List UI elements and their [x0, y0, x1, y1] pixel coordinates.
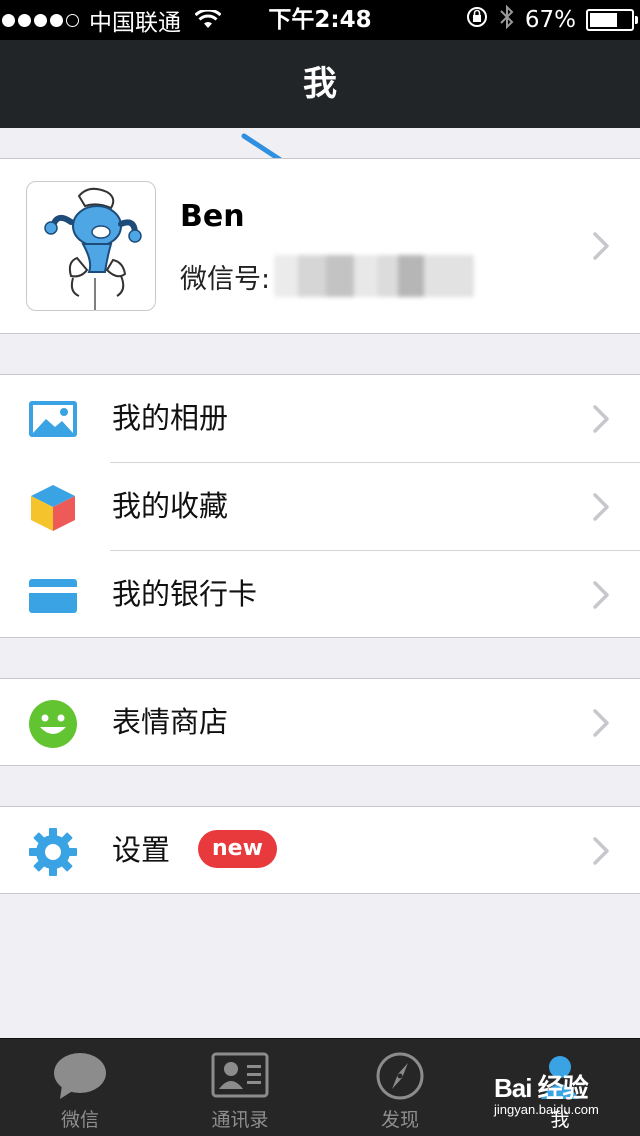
menu-item-bank-card[interactable]: 我的银行卡 [0, 551, 640, 638]
menu-group-settings: 设置 new [0, 806, 640, 894]
new-badge: new [198, 830, 277, 868]
contacts-icon [211, 1051, 269, 1099]
battery-level [590, 13, 617, 27]
status-right: 67% [465, 0, 638, 40]
tab-contacts[interactable]: 通讯录 [160, 1039, 320, 1136]
favorites-cube-icon [28, 483, 78, 533]
profile-card[interactable]: Ben 微信号: [0, 158, 640, 334]
menu-item-favorites[interactable]: 我的收藏 [0, 463, 640, 550]
menu-item-label: 我的收藏 [112, 489, 229, 523]
chevron-right-icon [592, 580, 610, 610]
bank-card-icon [28, 571, 78, 621]
rotation-lock-icon [465, 5, 489, 35]
battery-percent: 67% [524, 7, 576, 33]
menu-item-label: 表情商店 [112, 705, 229, 739]
chevron-right-icon [592, 836, 610, 866]
menu-group-sticker: 表情商店 [0, 678, 640, 766]
menu-item-label: 设置 [112, 833, 171, 867]
watermark-brand: Bai 经验 [494, 1073, 589, 1103]
smiley-icon [28, 699, 78, 749]
tab-discover[interactable]: 发现 [320, 1039, 480, 1136]
gear-icon [28, 827, 78, 877]
status-bar: 中国联通 下午2:48 67% [0, 0, 640, 40]
watermark-url: jingyan.baidu.com [494, 1102, 599, 1117]
wechat-id-blurred [274, 255, 475, 297]
menu-item-label: 我的银行卡 [112, 577, 258, 611]
wechat-id-row: 微信号: [180, 255, 475, 297]
chevron-right-icon [592, 404, 610, 434]
photo-album-icon [28, 395, 78, 445]
bluetooth-icon [499, 4, 515, 36]
smurf-avatar-icon [44, 187, 142, 310]
chevron-right-icon [592, 492, 610, 522]
profile-name: Ben [180, 199, 245, 234]
nav-bar: 我 [0, 40, 640, 128]
battery-icon [586, 9, 638, 31]
menu-group-personal: 我的相册 我的收藏 我的银行卡 [0, 374, 640, 638]
chevron-right-icon [592, 708, 610, 738]
menu-item-settings[interactable]: 设置 new [0, 807, 640, 894]
menu-item-sticker-store[interactable]: 表情商店 [0, 679, 640, 766]
tab-label: 发现 [380, 1109, 419, 1131]
avatar [26, 181, 156, 311]
tab-label: 微信 [60, 1109, 99, 1131]
page-title: 我 [303, 64, 337, 104]
wechat-id-label: 微信号: [180, 263, 271, 295]
chat-bubble-icon [52, 1051, 108, 1101]
chevron-right-icon [592, 231, 610, 261]
menu-item-label: 我的相册 [112, 401, 229, 435]
baidu-watermark: Bai 经验 jingyan.baidu.com [490, 1050, 640, 1136]
menu-item-album[interactable]: 我的相册 [0, 375, 640, 462]
compass-icon [375, 1051, 425, 1101]
tab-label: 通讯录 [211, 1109, 269, 1131]
tab-chats[interactable]: 微信 [0, 1039, 160, 1136]
